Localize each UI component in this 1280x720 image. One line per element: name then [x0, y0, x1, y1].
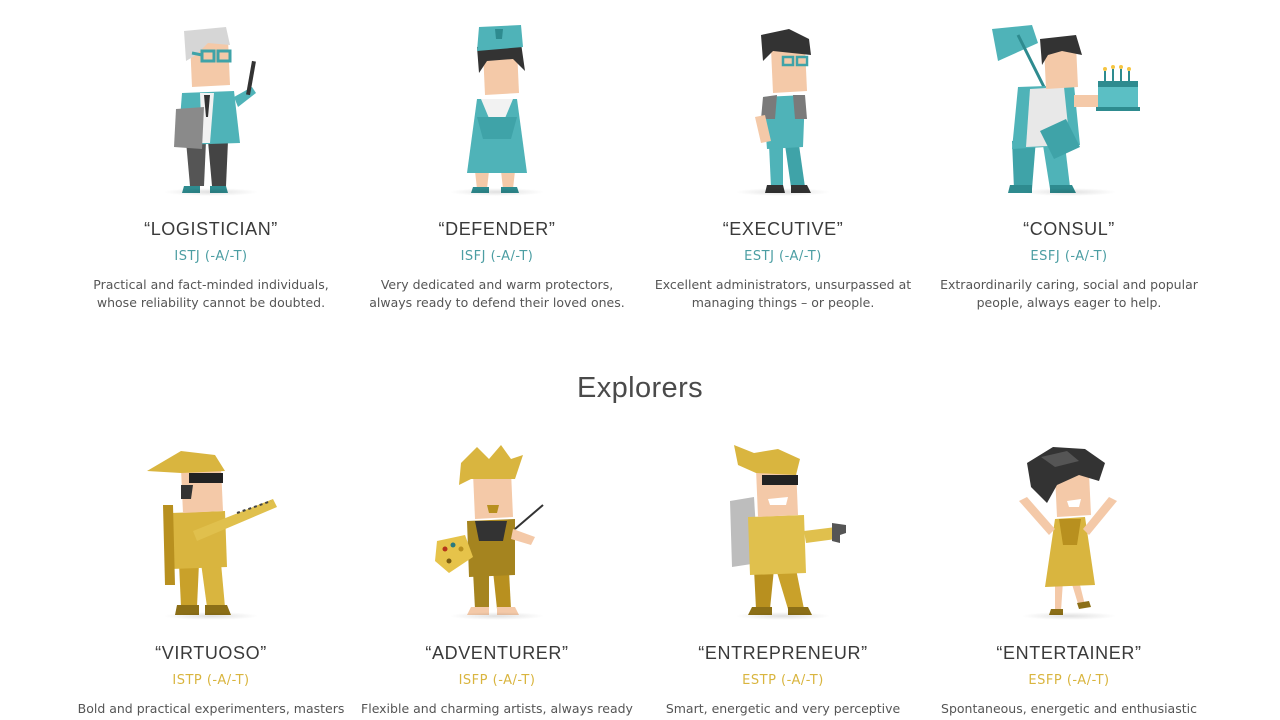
sentinels-row: “LOGISTICIAN” ISTJ (-A/-T) Practical and…: [68, 18, 1212, 312]
logistician-illustration[interactable]: [68, 18, 354, 196]
explorers-row: “VIRTUOSO” ISTP (-A/-T) Bold and practic…: [68, 442, 1212, 718]
virtuoso-icon: [147, 451, 277, 615]
logistician-icon: [174, 27, 256, 193]
personality-description: Flexible and charming artists, always re…: [361, 701, 633, 716]
ground-shadow: [1021, 612, 1117, 620]
personality-code: ESFJ (-A/-T): [1030, 249, 1108, 264]
personality-description: Spontaneous, energetic and enthusiastic: [941, 701, 1197, 716]
section-title-explorers: Explorers: [576, 372, 704, 404]
ground-shadow: [449, 612, 545, 620]
personality-card-adventurer[interactable]: “ADVENTURER” ISFP (-A/-T) Flexible and c…: [354, 442, 640, 718]
adventurer-illustration[interactable]: [354, 442, 640, 620]
personality-name: “CONSUL”: [1023, 219, 1115, 239]
defender-illustration[interactable]: [354, 18, 640, 196]
ground-shadow: [735, 612, 831, 620]
virtuoso-illustration[interactable]: [68, 442, 354, 620]
personality-code: ISFJ (-A/-T): [460, 249, 534, 264]
personality-name: “ENTERTAINER”: [996, 643, 1142, 663]
adventurer-icon: [435, 445, 544, 615]
personality-name: “ENTREPRENEUR”: [698, 643, 868, 663]
personality-name: “DEFENDER”: [438, 219, 556, 239]
personality-name: “EXECUTIVE”: [722, 219, 844, 239]
executive-illustration[interactable]: [640, 18, 926, 196]
consul-icon: [992, 25, 1140, 193]
personality-code: ESTJ (-A/-T): [744, 249, 822, 264]
personality-card-virtuoso[interactable]: “VIRTUOSO” ISTP (-A/-T) Bold and practic…: [68, 442, 354, 718]
personality-code: ESTP (-A/-T): [742, 673, 824, 688]
personality-code: ESFP (-A/-T): [1028, 673, 1110, 688]
ground-shadow: [449, 188, 545, 196]
ground-shadow: [163, 188, 259, 196]
personality-description: Very dedicated and warm protectors, alwa…: [369, 277, 625, 310]
personality-name: “ADVENTURER”: [425, 643, 569, 663]
ground-shadow: [1021, 188, 1117, 196]
personality-card-entertainer[interactable]: “ENTERTAINER” ESFP (-A/-T) Spontaneous, …: [926, 442, 1212, 718]
personality-card-entrepreneur[interactable]: “ENTREPRENEUR” ESTP (-A/-T) Smart, energ…: [640, 442, 926, 718]
executive-icon: [755, 29, 811, 193]
personality-card-executive[interactable]: “EXECUTIVE” ESTJ (-A/-T) Excellent admin…: [640, 18, 926, 312]
ground-shadow: [163, 612, 259, 620]
personality-name: “LOGISTICIAN”: [144, 219, 278, 239]
personality-name: “VIRTUOSO”: [155, 643, 267, 663]
personality-card-logistician[interactable]: “LOGISTICIAN” ISTJ (-A/-T) Practical and…: [68, 18, 354, 312]
entertainer-illustration[interactable]: [926, 442, 1212, 620]
personality-code: ISTJ (-A/-T): [174, 249, 248, 264]
entrepreneur-icon: [730, 445, 846, 615]
ground-shadow: [735, 188, 831, 196]
entertainer-icon: [1019, 447, 1117, 615]
personality-card-defender[interactable]: “DEFENDER” ISFJ (-A/-T) Very dedicated a…: [354, 18, 640, 312]
personality-code: ISFP (-A/-T): [458, 673, 536, 688]
entrepreneur-illustration[interactable]: [640, 442, 926, 620]
personality-description: Extraordinarily caring, social and popul…: [940, 277, 1198, 310]
personality-card-consul[interactable]: “CONSUL” ESFJ (-A/-T) Extraordinarily ca…: [926, 18, 1212, 312]
defender-icon: [467, 25, 527, 193]
personality-description: Smart, energetic and very perceptive: [665, 701, 901, 716]
personality-description: Excellent administrators, unsurpassed at…: [654, 277, 912, 310]
personality-code: ISTP (-A/-T): [172, 673, 250, 688]
consul-illustration[interactable]: [926, 18, 1212, 196]
personality-description: Bold and practical experimenters, master…: [77, 701, 345, 716]
personality-description: Practical and fact-minded individuals, w…: [93, 277, 329, 310]
